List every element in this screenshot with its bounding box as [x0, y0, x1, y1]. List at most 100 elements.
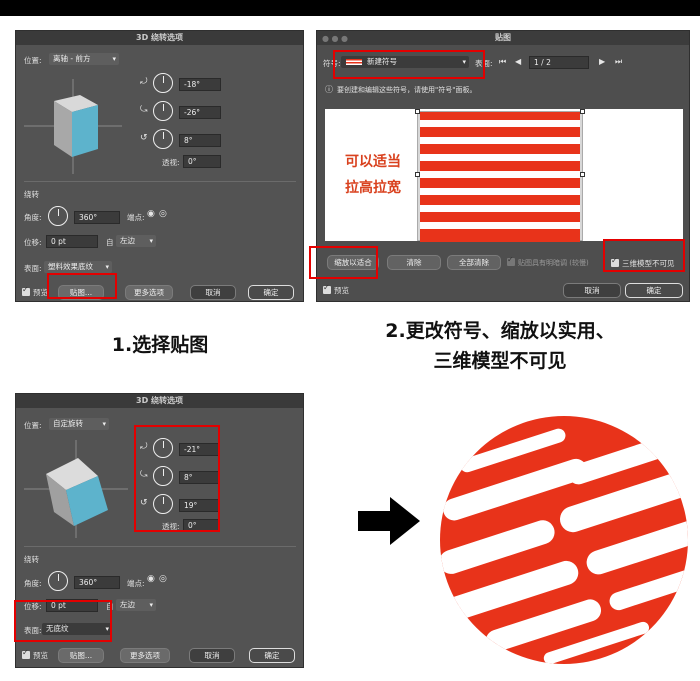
ok-button[interactable]: 确定 — [248, 285, 294, 300]
cancel-button[interactable]: 取消 — [190, 285, 236, 300]
white-stripe — [420, 120, 580, 127]
clear-button[interactable]: 清除 — [387, 255, 441, 270]
checkbox-icon — [323, 283, 331, 294]
cap-on-icon[interactable]: ◉ — [147, 209, 155, 219]
x-rotation-field[interactable]: -18° — [179, 78, 221, 91]
revolve-section-label: 绕转 — [24, 555, 39, 564]
window-controls[interactable]: ● ● ● — [322, 34, 348, 43]
last-surface-icon[interactable]: ⏭ — [615, 57, 622, 67]
checkbox-icon — [22, 648, 30, 659]
divider — [24, 181, 296, 182]
angle-field[interactable]: 360° — [74, 576, 120, 589]
highlight-surface — [14, 600, 112, 642]
resize-handle[interactable] — [415, 172, 420, 177]
cancel-button[interactable]: 取消 — [563, 283, 621, 298]
more-options-button[interactable]: 更多选项 — [125, 285, 173, 300]
white-stripe — [420, 205, 580, 212]
cap-label: 端点: — [127, 579, 145, 588]
surface-field[interactable]: 1 / 2 — [529, 56, 589, 69]
from-label: 自 — [106, 238, 114, 247]
step-2-line-2: 三维模型不可见 — [433, 350, 567, 372]
offset-label: 位移: — [24, 238, 42, 247]
offset-field[interactable]: 0 pt — [46, 235, 98, 248]
ok-button[interactable]: 确定 — [249, 648, 295, 663]
cap-off-icon[interactable]: ◎ — [159, 209, 167, 219]
prev-surface-icon[interactable]: ◀ — [515, 57, 521, 66]
resize-handle[interactable] — [580, 109, 585, 114]
step-2-caption: 2.更改符号、缩放以实用、 三维模型不可见 — [330, 316, 670, 376]
highlight-symbol — [333, 50, 485, 79]
step-2-line-1: 2.更改符号、缩放以实用、 — [385, 320, 615, 342]
perspective-field[interactable]: 0° — [183, 155, 221, 168]
annotation-text: 可以适当 拉高拉宽 — [345, 149, 401, 201]
x-rotation-knob[interactable] — [153, 73, 173, 93]
angle-knob[interactable] — [48, 206, 68, 226]
annotation-line-2: 拉高拉宽 — [345, 180, 401, 196]
white-stripe — [420, 154, 580, 161]
striped-sphere-result — [439, 416, 690, 665]
from-dropdown[interactable]: 左边 — [116, 599, 156, 611]
perspective-label: 透视: — [162, 158, 180, 167]
preview-label: 预览 — [334, 286, 349, 295]
cap-on-icon[interactable]: ◉ — [147, 574, 155, 584]
z-rotation-field[interactable]: 8° — [179, 134, 221, 147]
white-stripe — [420, 188, 580, 195]
preview-checkbox[interactable]: 预览 — [323, 283, 349, 296]
angle-field[interactable]: 360° — [74, 211, 120, 224]
surface-preview[interactable] — [415, 109, 585, 242]
angle-knob[interactable] — [48, 571, 68, 591]
from-dropdown[interactable]: 左边 — [116, 235, 156, 247]
angle-label: 角度: — [24, 213, 42, 222]
preview-checkbox[interactable]: 预览 — [22, 285, 48, 298]
info-text: 要创建和编辑这些符号，请使用"符号"面板。 — [337, 86, 477, 94]
cube-preview-graphic — [24, 79, 122, 174]
highlight-invisible-geometry — [603, 239, 685, 272]
map-art-button[interactable]: 贴图... — [58, 648, 104, 663]
more-options-button[interactable]: 更多选项 — [120, 648, 170, 663]
z-rotation-knob[interactable] — [153, 129, 173, 149]
resize-handle[interactable] — [415, 109, 420, 114]
cap-off-icon[interactable]: ◎ — [159, 574, 167, 584]
first-surface-icon[interactable]: ⏮ — [499, 57, 506, 67]
cube-preview[interactable] — [24, 79, 122, 174]
map-canvas[interactable]: 可以适当 拉高拉宽 — [325, 109, 683, 242]
position-label: 位置: — [24, 56, 42, 65]
preview-label: 预览 — [33, 651, 48, 660]
cube-preview[interactable] — [24, 440, 128, 538]
symbol-artwork — [420, 112, 580, 242]
highlight-scale-to-fit — [309, 246, 378, 279]
surface-dropdown[interactable]: 塑料效果底纹 — [44, 261, 112, 273]
highlight-rotation-fields — [134, 425, 220, 532]
next-surface-icon[interactable]: ▶ — [599, 57, 605, 66]
white-stripe — [420, 222, 580, 229]
cap-label: 端点: — [127, 213, 145, 222]
position-label: 位置: — [24, 421, 42, 430]
position-dropdown[interactable]: 自定旋转 — [49, 418, 109, 430]
highlight-map-art — [47, 273, 117, 299]
dialog-title: 3D 绕转选项 — [16, 31, 303, 45]
cube-preview-graphic — [24, 440, 128, 538]
checkbox-icon — [22, 285, 30, 296]
y-axis-icon: ⤿ — [140, 105, 148, 115]
cancel-button[interactable]: 取消 — [189, 648, 235, 663]
dialog-title: 贴图 — [317, 31, 689, 45]
preview-label: 预览 — [33, 288, 48, 297]
annotation-line-1: 可以适当 — [345, 154, 401, 170]
shade-artwork-checkbox[interactable]: 贴图具有明暗调 (较慢) — [507, 255, 589, 268]
revolve-section-label: 绕转 — [24, 190, 39, 199]
top-black-bar — [0, 0, 700, 16]
y-rotation-field[interactable]: -26° — [179, 106, 221, 119]
position-dropdown[interactable]: 离轴 - 前方 — [49, 53, 119, 65]
revolve-options-dialog-1: 3D 绕转选项 位置: 离轴 - 前方 ⤾ -18° ⤿ -26° ↺ 8° 透… — [15, 30, 304, 302]
white-stripe — [420, 137, 580, 144]
right-arrow-icon — [358, 497, 420, 545]
resize-handle[interactable] — [580, 172, 585, 177]
preview-checkbox[interactable]: 预览 — [22, 648, 48, 661]
shade-artwork-label: 贴图具有明暗调 (较慢) — [518, 259, 589, 267]
angle-label: 角度: — [24, 579, 42, 588]
clear-all-button[interactable]: 全部清除 — [447, 255, 501, 270]
y-rotation-knob[interactable] — [153, 101, 173, 121]
checkbox-icon — [507, 255, 515, 266]
ok-button[interactable]: 确定 — [625, 283, 683, 298]
divider — [24, 546, 296, 547]
